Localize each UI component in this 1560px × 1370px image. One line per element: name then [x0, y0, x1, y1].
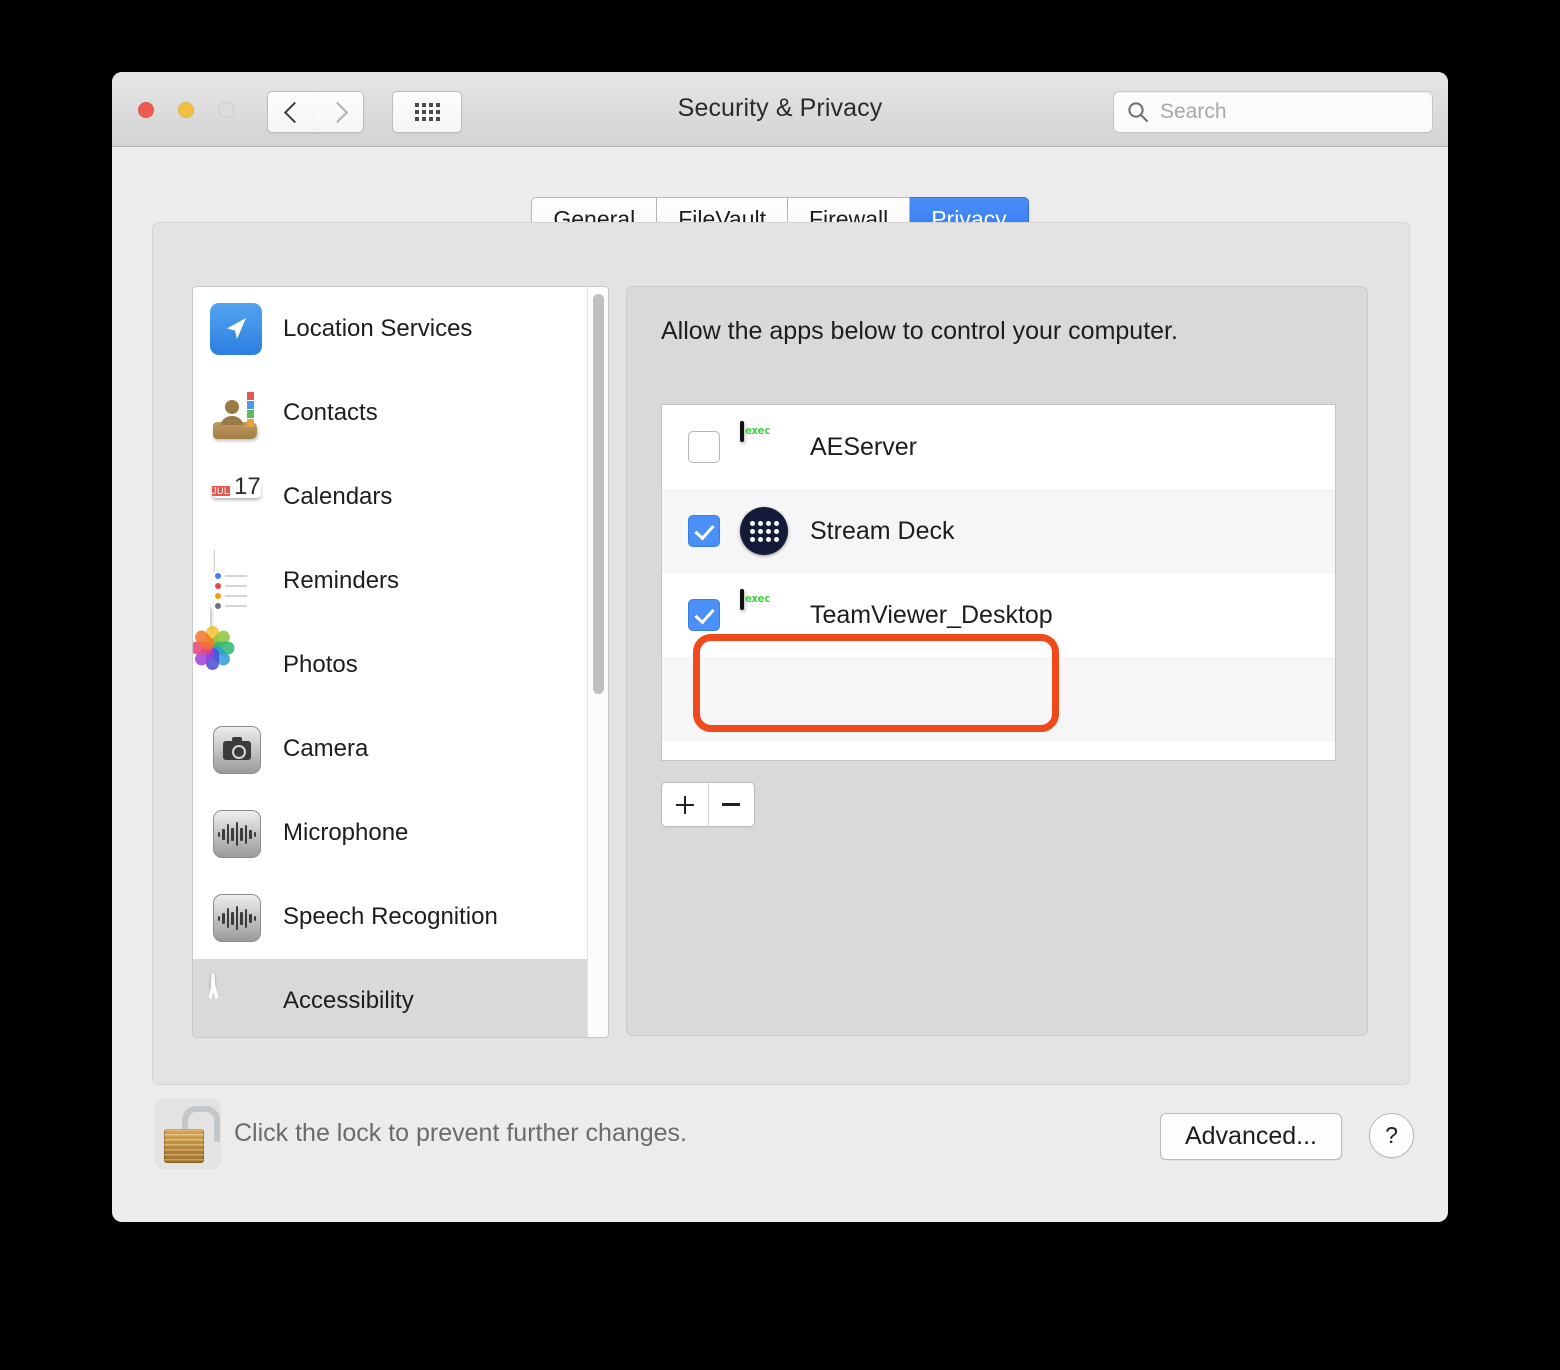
sidebar-item-microphone[interactable]: Microphone	[193, 791, 608, 875]
privacy-category-list[interactable]: Location Services	[192, 286, 609, 1038]
remove-app-button[interactable]	[709, 783, 755, 826]
camera-icon	[210, 723, 262, 775]
sidebar-item-camera[interactable]: Camera	[193, 707, 608, 791]
sidebar-item-accessibility[interactable]: Accessibility	[193, 959, 608, 1038]
privacy-panel: Location Services	[152, 222, 1410, 1085]
calendar-month-label: JUL	[212, 486, 230, 496]
sidebar-scrollbar[interactable]	[587, 287, 608, 1037]
app-checkbox[interactable]	[688, 431, 720, 463]
table-row-empty	[662, 657, 1335, 741]
window-titlebar: Security & Privacy	[112, 72, 1448, 147]
exec-terminal-icon: exec	[740, 591, 788, 639]
sidebar-item-label: Microphone	[283, 819, 408, 847]
sidebar-item-photos[interactable]: Photos	[193, 623, 608, 707]
contacts-icon	[210, 387, 262, 439]
table-row[interactable]: exec TeamViewer_Desktop	[662, 573, 1335, 657]
exec-terminal-icon: exec	[740, 423, 788, 471]
table-row[interactable]: Stream Deck	[662, 489, 1335, 573]
sidebar-item-contacts[interactable]: Contacts	[193, 371, 608, 455]
photos-icon	[210, 639, 262, 691]
accessibility-detail-pane: Allow the apps below to control your com…	[626, 286, 1368, 1036]
advanced-button[interactable]: Advanced...	[1160, 1113, 1342, 1160]
allow-description: Allow the apps below to control your com…	[661, 317, 1178, 346]
sidebar-item-reminders[interactable]: Reminders	[193, 539, 608, 623]
microphone-icon	[210, 807, 262, 859]
sidebar-item-label: Location Services	[283, 315, 472, 343]
location-services-icon	[210, 303, 262, 355]
window-footer: Click the lock to prevent further change…	[112, 1085, 1448, 1222]
help-button[interactable]: ?	[1369, 1113, 1414, 1158]
sidebar-item-speech-recognition[interactable]: Speech Recognition	[193, 875, 608, 959]
plus-icon	[676, 796, 694, 814]
add-app-button[interactable]	[662, 783, 709, 826]
speech-recognition-icon	[210, 891, 262, 943]
sidebar-item-label: Camera	[283, 735, 368, 763]
sidebar-item-label: Speech Recognition	[283, 903, 498, 931]
app-name: TeamViewer_Desktop	[810, 601, 1053, 630]
app-name: AEServer	[810, 433, 917, 462]
exec-badge-label: exec	[745, 592, 770, 605]
sidebar-item-location-services[interactable]: Location Services	[193, 287, 608, 371]
allowed-apps-list[interactable]: exec AEServer	[661, 404, 1336, 761]
lock-button[interactable]	[155, 1099, 221, 1169]
sidebar-item-label: Photos	[283, 651, 358, 679]
app-name: Stream Deck	[810, 517, 954, 546]
system-preferences-window: Security & Privacy General FileVault Fir…	[112, 72, 1448, 1222]
search-input[interactable]	[1158, 99, 1412, 125]
app-checkbox[interactable]	[688, 515, 720, 547]
app-checkbox[interactable]	[688, 599, 720, 631]
sidebar-item-calendars[interactable]: JUL 17 Calendars	[193, 455, 608, 539]
table-row[interactable]: exec AEServer	[662, 405, 1335, 489]
sidebar-item-label: Contacts	[283, 399, 378, 427]
search-field[interactable]	[1113, 91, 1433, 133]
sidebar-scrollbar-thumb[interactable]	[593, 294, 604, 694]
minus-icon	[722, 803, 740, 806]
sidebar-item-label: Accessibility	[283, 987, 414, 1015]
add-remove-segmented-control[interactable]	[661, 782, 755, 827]
search-icon	[1127, 101, 1149, 123]
accessibility-icon	[210, 975, 262, 1027]
exec-badge-label: exec	[745, 424, 770, 437]
sidebar-item-label: Reminders	[283, 567, 399, 595]
calendar-day-label: 17	[234, 481, 261, 498]
sidebar-item-label: Calendars	[283, 483, 392, 511]
lock-status-text: Click the lock to prevent further change…	[234, 1119, 687, 1148]
calendars-icon: JUL 17	[210, 471, 262, 523]
reminders-icon	[210, 555, 262, 607]
stream-deck-icon	[740, 507, 788, 555]
